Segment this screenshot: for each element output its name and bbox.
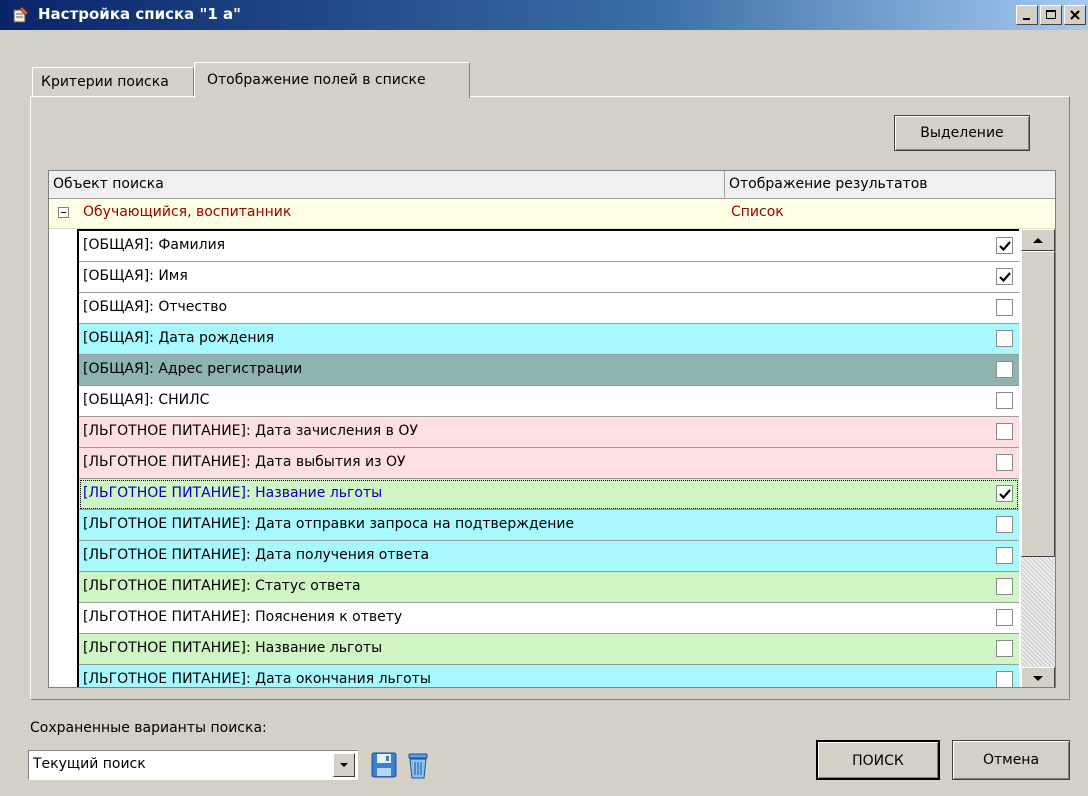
display-checkbox[interactable]: [996, 578, 1013, 595]
display-checkbox[interactable]: [996, 392, 1013, 409]
field-label: [ЛЬГОТНОЕ ПИТАНИЕ]: Название льготы: [83, 485, 383, 501]
field-row[interactable]: [ЛЬГОТНОЕ ПИТАНИЕ]: Дата выбытия из ОУ: [79, 448, 1019, 479]
field-row[interactable]: [ЛЬГОТНОЕ ПИТАНИЕ]: Название льготы: [79, 634, 1019, 665]
chevron-down-icon: [340, 763, 348, 767]
display-checkbox[interactable]: [996, 485, 1013, 502]
display-checkbox[interactable]: [996, 547, 1013, 564]
tab-search-criteria[interactable]: Критерии поиска: [32, 67, 194, 96]
field-row[interactable]: [ЛЬГОТНОЕ ПИТАНИЕ]: Дата зачисления в ОУ: [79, 417, 1019, 448]
group-label: Обучающийся, воспитанник: [83, 204, 292, 220]
field-label: [ЛЬГОТНОЕ ПИТАНИЕ]: Дата получения ответ…: [83, 547, 430, 563]
field-label: [ЛЬГОТНОЕ ПИТАНИЕ]: Пояснения к ответу: [83, 609, 403, 625]
field-label: [ОБЩАЯ]: Отчество: [83, 299, 228, 315]
field-label: [ОБЩАЯ]: СНИЛС: [83, 392, 210, 408]
cancel-button[interactable]: Отмена: [952, 740, 1070, 780]
window-title: Настройка списка "1 а": [38, 5, 241, 23]
field-row[interactable]: [ЛЬГОТНОЕ ПИТАНИЕ]: Дата отправки запрос…: [79, 510, 1019, 541]
title-bar: Настройка списка "1 а": [0, 0, 1088, 30]
close-icon: [1070, 10, 1080, 20]
field-row[interactable]: [ЛЬГОТНОЕ ПИТАНИЕ]: Статус ответа: [79, 572, 1019, 603]
field-label: [ЛЬГОТНОЕ ПИТАНИЕ]: Название льготы: [83, 640, 383, 656]
checkmark-icon: [999, 272, 1011, 283]
saved-searches-label: Сохраненные варианты поиска:: [30, 720, 267, 736]
field-row[interactable]: [ОБЩАЯ]: Имя: [79, 262, 1019, 293]
scroll-up-button[interactable]: [1021, 229, 1055, 251]
display-checkbox[interactable]: [996, 454, 1013, 471]
saved-search-select[interactable]: Текущий поиск: [28, 750, 358, 780]
checkmark-icon: [999, 489, 1011, 500]
field-row[interactable]: [ОБЩАЯ]: Фамилия: [79, 231, 1019, 262]
tab-list-fields[interactable]: Отображение полей в списке: [194, 62, 470, 98]
save-button[interactable]: [370, 750, 398, 780]
selection-button[interactable]: Выделение: [894, 115, 1030, 151]
field-label: [ЛЬГОТНОЕ ПИТАНИЕ]: Статус ответа: [83, 578, 361, 594]
delete-button[interactable]: [404, 750, 432, 780]
arrow-up-icon: [1033, 238, 1043, 243]
field-label: [ЛЬГОТНОЕ ПИТАНИЕ]: Дата отправки запрос…: [83, 516, 575, 532]
field-label: [ЛЬГОТНОЕ ПИТАНИЕ]: Дата окончания льгот…: [83, 671, 431, 687]
field-label: [ОБЩАЯ]: Адрес регистрации: [83, 361, 303, 377]
tab-label: Отображение полей в списке: [207, 72, 426, 88]
field-row[interactable]: [ЛЬГОТНОЕ ПИТАНИЕ]: Название льготы: [79, 479, 1019, 510]
display-checkbox[interactable]: [996, 423, 1013, 440]
maximize-button[interactable]: [1040, 5, 1062, 25]
display-checkbox[interactable]: [996, 640, 1013, 657]
field-label: [ОБЩАЯ]: Фамилия: [83, 237, 226, 253]
group-display-value[interactable]: Список: [731, 204, 784, 220]
close-button[interactable]: [1064, 5, 1086, 25]
scroll-down-button[interactable]: [1021, 667, 1055, 687]
minimize-button[interactable]: [1016, 5, 1038, 25]
display-checkbox[interactable]: [996, 299, 1013, 316]
display-checkbox[interactable]: [996, 516, 1013, 533]
display-checkbox[interactable]: [996, 268, 1013, 285]
column-header-display-results[interactable]: Отображение результатов: [725, 171, 1055, 199]
display-checkbox[interactable]: [996, 609, 1013, 626]
vertical-scrollbar[interactable]: [1021, 229, 1055, 687]
trash-icon: [408, 753, 428, 779]
display-checkbox[interactable]: [996, 330, 1013, 347]
field-row[interactable]: [ЛЬГОТНОЕ ПИТАНИЕ]: Пояснения к ответу: [79, 603, 1019, 634]
tab-label: Критерии поиска: [41, 74, 169, 90]
saved-search-value: Текущий поиск: [33, 756, 146, 772]
floppy-disk-icon: [371, 752, 397, 778]
arrow-down-icon: [1033, 676, 1043, 681]
field-label: [ЛЬГОТНОЕ ПИТАНИЕ]: Дата выбытия из ОУ: [83, 454, 406, 470]
field-row[interactable]: [ЛЬГОТНОЕ ПИТАНИЕ]: Дата окончания льгот…: [79, 665, 1019, 687]
checkmark-icon: [999, 241, 1011, 252]
search-button[interactable]: ПОИСК: [816, 740, 940, 780]
list-settings-icon: [12, 6, 30, 24]
group-row[interactable]: Обучающийся, воспитанник Список: [49, 199, 1055, 229]
dropdown-button[interactable]: [333, 753, 355, 777]
field-row[interactable]: [ОБЩАЯ]: Адрес регистрации: [79, 355, 1019, 386]
scroll-track[interactable]: [1021, 557, 1055, 667]
display-checkbox[interactable]: [996, 237, 1013, 254]
display-checkbox[interactable]: [996, 671, 1013, 687]
field-label: [ЛЬГОТНОЕ ПИТАНИЕ]: Дата зачисления в ОУ: [83, 423, 418, 439]
column-header-search-object[interactable]: Объект поиска: [49, 171, 725, 199]
maximize-icon: [1046, 10, 1056, 19]
field-row[interactable]: [ЛЬГОТНОЕ ПИТАНИЕ]: Дата получения ответ…: [79, 541, 1019, 572]
field-label: [ОБЩАЯ]: Имя: [83, 268, 188, 284]
field-row[interactable]: [ОБЩАЯ]: Дата рождения: [79, 324, 1019, 355]
scroll-thumb[interactable]: [1021, 251, 1055, 557]
minimize-icon: [1023, 18, 1030, 20]
collapse-icon[interactable]: [58, 207, 69, 218]
field-row[interactable]: [ОБЩАЯ]: Отчество: [79, 293, 1019, 324]
field-label: [ОБЩАЯ]: Дата рождения: [83, 330, 275, 346]
display-checkbox[interactable]: [996, 361, 1013, 378]
fields-grid: Объект поиска Отображение результатов Об…: [48, 170, 1056, 688]
field-rows: [ОБЩАЯ]: Фамилия [ОБЩАЯ]: Имя [ОБЩАЯ]: Отч…: [77, 229, 1019, 687]
field-row[interactable]: [ОБЩАЯ]: СНИЛС: [79, 386, 1019, 417]
